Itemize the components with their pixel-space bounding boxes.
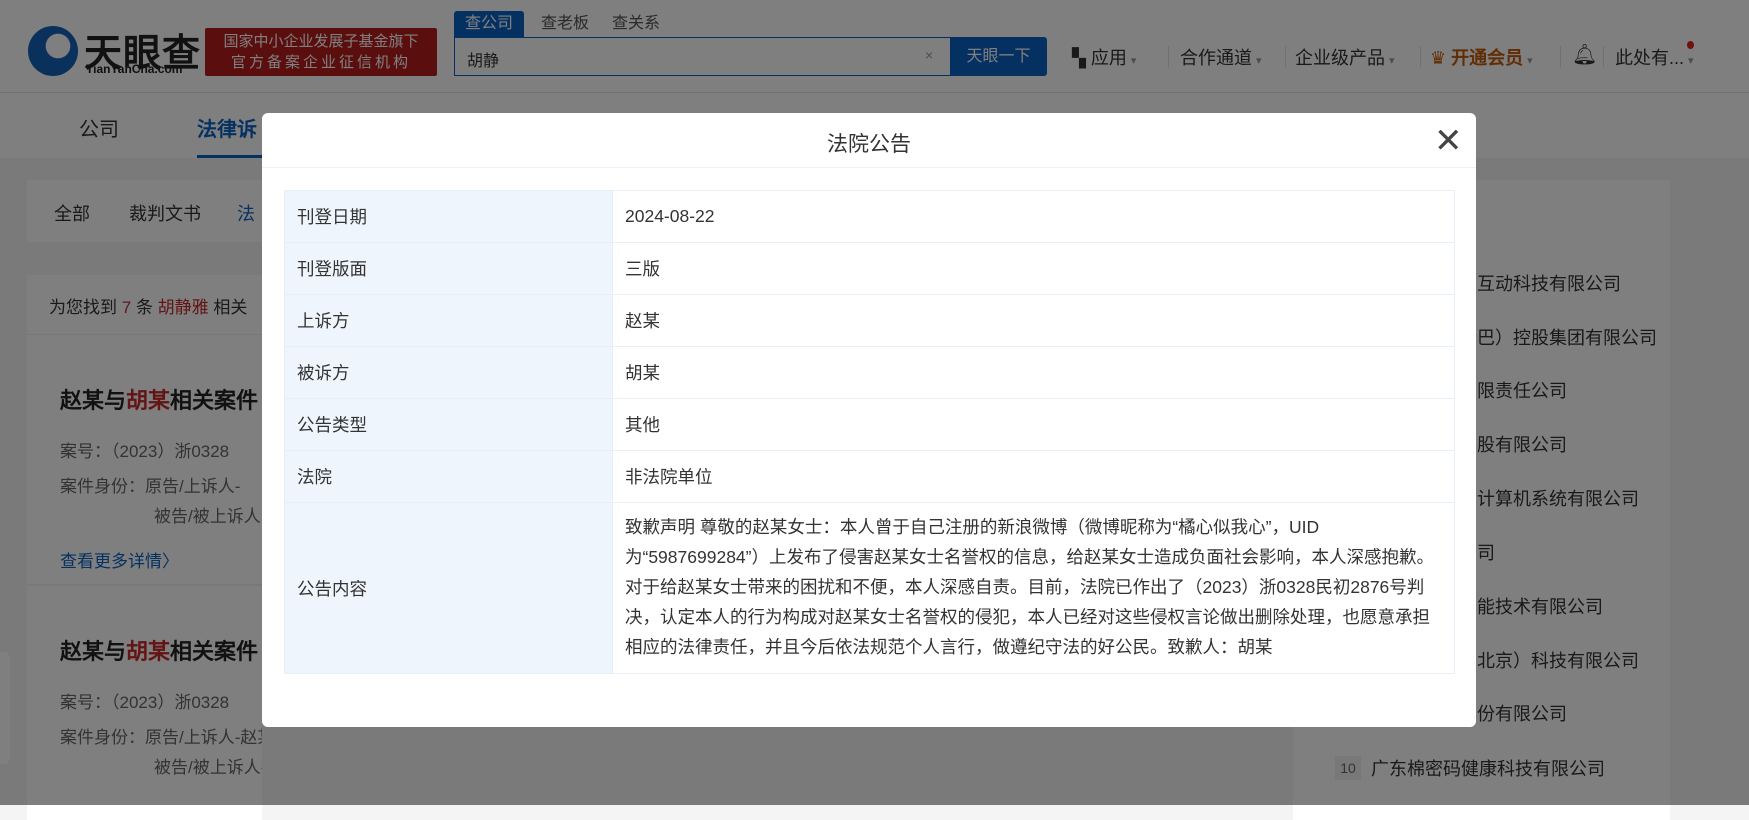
table-row: 刊登版面 三版 <box>284 242 1455 295</box>
row-label: 上诉方 <box>284 294 613 347</box>
row-value: 三版 <box>612 242 1455 295</box>
row-value: 非法院单位 <box>612 450 1455 503</box>
row-label: 公告类型 <box>284 398 613 451</box>
row-label: 法院 <box>284 450 613 503</box>
table-row: 公告内容 致歉声明 尊敬的赵某女士：本人曾于自己注册的新浪微博（微博昵称为“橘心似… <box>284 502 1455 674</box>
row-label: 刊登版面 <box>284 242 613 295</box>
table-row: 法院 非法院单位 <box>284 450 1455 503</box>
row-label: 公告内容 <box>284 502 613 674</box>
row-value: 其他 <box>612 398 1455 451</box>
table-row: 上诉方 赵某 <box>284 294 1455 347</box>
table-row: 公告类型 其他 <box>284 398 1455 451</box>
close-icon[interactable]: ✕ <box>1434 121 1463 161</box>
court-notice-modal: 法院公告 ✕ 刊登日期 2024-08-22 刊登版面 三版 上诉方 赵某 被诉方 胡某… <box>262 113 1476 727</box>
row-value: 2024-08-22 <box>612 190 1455 243</box>
modal-title: 法院公告 <box>827 133 911 156</box>
row-label: 刊登日期 <box>284 190 613 243</box>
divider <box>262 167 1476 168</box>
notice-detail-table: 刊登日期 2024-08-22 刊登版面 三版 上诉方 赵某 被诉方 胡某 公告类型 其他… <box>284 190 1455 674</box>
table-row: 被诉方 胡某 <box>284 346 1455 399</box>
notice-content: 致歉声明 尊敬的赵某女士：本人曾于自己注册的新浪微博（微博昵称为“橘心似我心”，… <box>612 502 1455 674</box>
row-value: 赵某 <box>612 294 1455 347</box>
table-row: 刊登日期 2024-08-22 <box>284 190 1455 243</box>
row-label: 被诉方 <box>284 346 613 399</box>
row-value: 胡某 <box>612 346 1455 399</box>
